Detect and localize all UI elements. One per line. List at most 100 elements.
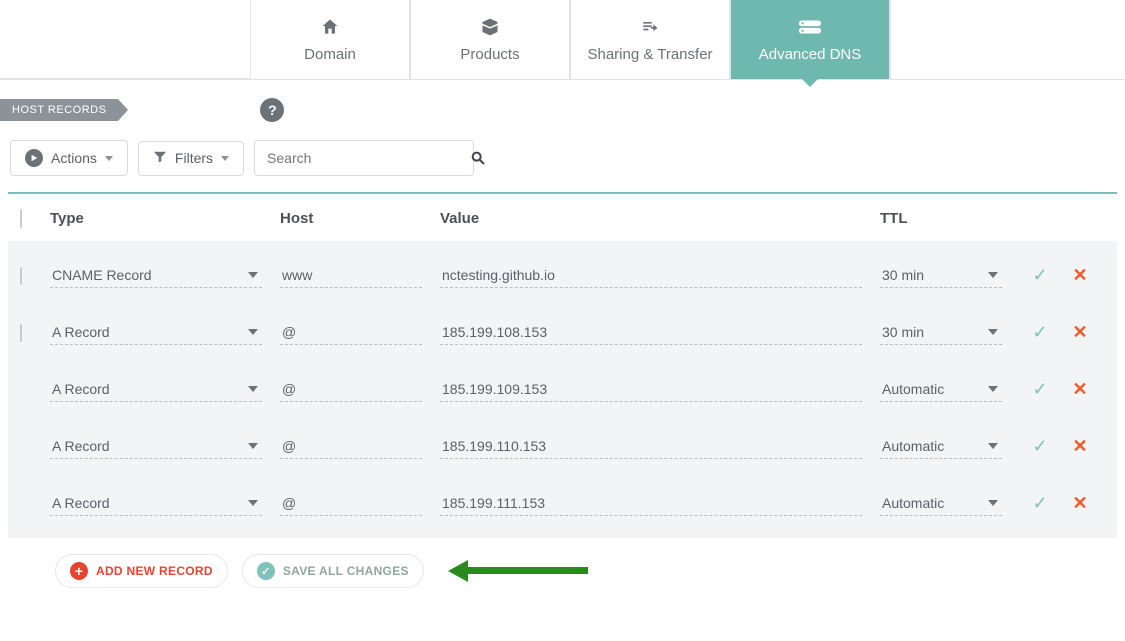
tab-sharing-transfer[interactable]: Sharing & Transfer <box>570 0 730 79</box>
cell-text: A Record <box>52 324 110 340</box>
row-checkbox[interactable] <box>20 324 22 342</box>
ttl-select[interactable]: Automatic <box>880 491 1002 516</box>
play-icon <box>25 149 43 167</box>
cell-text: 30 min <box>882 324 924 340</box>
tab-label: Products <box>460 46 519 63</box>
table-body: CNAME Record www nctesting.github.io 30 … <box>8 241 1117 538</box>
value-field[interactable]: 185.199.108.153 <box>440 320 862 345</box>
button-label: Actions <box>51 150 97 166</box>
confirm-icon[interactable]: ✓ <box>1020 322 1060 343</box>
button-label: SAVE ALL CHANGES <box>283 564 409 578</box>
cell-text: 185.199.111.153 <box>442 495 545 511</box>
cell-text: @ <box>282 324 296 340</box>
value-field[interactable]: 185.199.111.153 <box>440 491 862 516</box>
host-records-table: Type Host Value TTL CNAME Record www nct… <box>8 192 1117 538</box>
type-select[interactable]: A Record <box>50 320 262 345</box>
delete-icon[interactable]: ✕ <box>1060 493 1100 514</box>
cell-text: Automatic <box>882 438 944 454</box>
actions-button[interactable]: Actions <box>10 140 128 176</box>
table-row: A Record @ 185.199.111.153 Automatic ✓ ✕ <box>8 475 1117 532</box>
save-all-changes-button[interactable]: ✓ SAVE ALL CHANGES <box>242 554 424 588</box>
type-select[interactable]: A Record <box>50 434 262 459</box>
section-header: HOST RECORDS ? <box>0 80 1125 132</box>
cell-text: nctesting.github.io <box>442 267 555 283</box>
add-new-record-button[interactable]: + ADD NEW RECORD <box>55 554 228 588</box>
row-checkbox[interactable] <box>20 267 22 285</box>
cell-text: 185.199.108.153 <box>442 324 547 340</box>
search-icon[interactable] <box>460 144 496 172</box>
toolbar: Actions Filters <box>0 132 1125 192</box>
select-all-checkbox[interactable] <box>20 209 22 228</box>
type-select[interactable]: A Record <box>50 491 262 516</box>
tab-spacer <box>890 0 1125 79</box>
box-icon <box>479 16 501 38</box>
host-records-tag: HOST RECORDS <box>0 99 118 121</box>
cell-text: @ <box>282 495 296 511</box>
confirm-icon[interactable]: ✓ <box>1020 436 1060 457</box>
help-icon[interactable]: ? <box>260 98 284 122</box>
host-field[interactable]: @ <box>280 434 422 459</box>
delete-icon[interactable]: ✕ <box>1060 322 1100 343</box>
button-label: ADD NEW RECORD <box>96 564 213 578</box>
tab-label: Advanced DNS <box>759 46 862 63</box>
type-select[interactable]: CNAME Record <box>50 263 262 288</box>
ttl-select[interactable]: Automatic <box>880 377 1002 402</box>
tab-advanced-dns[interactable]: Advanced DNS <box>730 0 890 79</box>
host-field[interactable]: @ <box>280 377 422 402</box>
table-row: A Record @ 185.199.108.153 30 min ✓ ✕ <box>8 304 1117 361</box>
tab-label: Domain <box>304 46 356 63</box>
col-host: Host <box>280 210 440 227</box>
host-field[interactable]: @ <box>280 320 422 345</box>
host-field[interactable]: www <box>280 263 422 288</box>
cell-text: @ <box>282 381 296 397</box>
filter-icon <box>153 150 167 167</box>
cell-text: Automatic <box>882 495 944 511</box>
annotation-arrow <box>448 563 588 579</box>
ttl-select[interactable]: Automatic <box>880 434 1002 459</box>
button-label: Filters <box>175 150 213 166</box>
chevron-down-icon <box>221 156 229 161</box>
value-field[interactable]: 185.199.110.153 <box>440 434 862 459</box>
dns-icon <box>797 16 823 38</box>
search-input[interactable] <box>255 141 460 175</box>
delete-icon[interactable]: ✕ <box>1060 265 1100 286</box>
table-header: Type Host Value TTL <box>8 194 1117 241</box>
ttl-select[interactable]: 30 min <box>880 320 1002 345</box>
plus-icon: + <box>70 562 88 580</box>
filters-button[interactable]: Filters <box>138 141 244 176</box>
value-field[interactable]: nctesting.github.io <box>440 263 862 288</box>
check-icon: ✓ <box>257 562 275 580</box>
host-field[interactable]: @ <box>280 491 422 516</box>
cell-text: CNAME Record <box>52 267 152 283</box>
cell-text: A Record <box>52 438 110 454</box>
search-wrap <box>254 140 474 176</box>
tab-products[interactable]: Products <box>410 0 570 79</box>
tab-domain[interactable]: Domain <box>250 0 410 79</box>
table-row: A Record @ 185.199.110.153 Automatic ✓ ✕ <box>8 418 1117 475</box>
table-row: CNAME Record www nctesting.github.io 30 … <box>8 247 1117 304</box>
value-field[interactable]: 185.199.109.153 <box>440 377 862 402</box>
table-row: A Record @ 185.199.109.153 Automatic ✓ ✕ <box>8 361 1117 418</box>
delete-icon[interactable]: ✕ <box>1060 379 1100 400</box>
cell-text: A Record <box>52 381 110 397</box>
cell-text: 185.199.110.153 <box>442 438 546 454</box>
confirm-icon[interactable]: ✓ <box>1020 265 1060 286</box>
cell-text: www <box>282 267 312 283</box>
cell-text: Automatic <box>882 381 944 397</box>
tab-label: Sharing & Transfer <box>587 46 712 63</box>
confirm-icon[interactable]: ✓ <box>1020 379 1060 400</box>
col-ttl: TTL <box>880 210 1020 227</box>
share-icon <box>638 16 662 38</box>
footer-actions: + ADD NEW RECORD ✓ SAVE ALL CHANGES <box>0 538 1125 606</box>
confirm-icon[interactable]: ✓ <box>1020 493 1060 514</box>
delete-icon[interactable]: ✕ <box>1060 436 1100 457</box>
type-select[interactable]: A Record <box>50 377 262 402</box>
chevron-down-icon <box>105 156 113 161</box>
ttl-select[interactable]: 30 min <box>880 263 1002 288</box>
cell-text: 185.199.109.153 <box>442 381 547 397</box>
top-tabs: Domain Products Sharing & Transfer Advan… <box>0 0 1125 80</box>
col-value: Value <box>440 210 880 227</box>
tab-spacer <box>0 0 250 79</box>
cell-text: 30 min <box>882 267 924 283</box>
home-icon <box>319 16 341 38</box>
